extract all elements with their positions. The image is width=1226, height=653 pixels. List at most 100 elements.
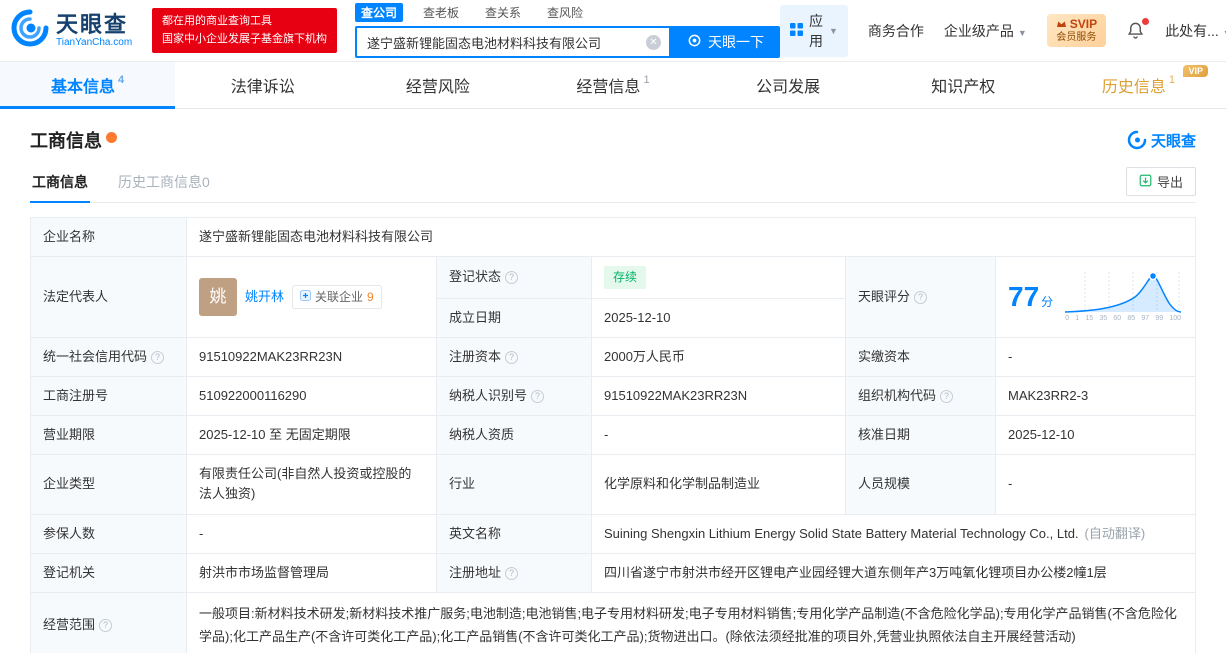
- tab-count: 1: [643, 74, 650, 86]
- reg-status-value: 存续: [591, 256, 846, 299]
- insured-count-value: -: [186, 513, 437, 554]
- legal-rep-cell: 姚 姚开林 关联企业 9: [186, 256, 437, 338]
- field-label: 经营范围: [30, 591, 187, 653]
- tianyancha-logo[interactable]: 天眼查 TianYanCha.com: [10, 8, 152, 53]
- info-icon[interactable]: [531, 390, 545, 404]
- field-label: 工商注册号: [30, 376, 187, 417]
- tab-intellectual-property[interactable]: 知识产权: [876, 62, 1051, 108]
- field-label: 人员规模: [845, 454, 996, 515]
- info-icon[interactable]: [914, 290, 928, 304]
- subtab-business-info[interactable]: 工商信息: [30, 172, 90, 203]
- field-label: 天眼评分: [845, 256, 996, 338]
- tab-legal-litigation[interactable]: 法律诉讼: [175, 62, 350, 108]
- search-type-tabs: 查公司 查老板 查关系 查风险: [355, 3, 780, 22]
- establish-date-value: 2025-12-10: [591, 297, 846, 338]
- enterprise-products-label: 企业级产品: [943, 22, 1014, 39]
- table-row: 参保人数 - 英文名称 Suining Shengxin Lithium Ene…: [30, 513, 1196, 554]
- search-input[interactable]: [357, 28, 669, 56]
- tab-history-info[interactable]: 历史信息 1 VIP: [1051, 62, 1226, 108]
- business-info-table: 企业名称 遂宁盛新锂能固态电池材料科技有限公司 法定代表人 姚 姚开林 关联企业…: [30, 216, 1196, 653]
- brand-domain: TianYanCha.com: [56, 37, 133, 49]
- company-section-tabs: 基本信息 4 法律诉讼 经营风险 经营信息 1 公司发展 知识产权 历史信息 1 VI…: [0, 62, 1226, 109]
- slogan-line-1: 都在用的商业查询工具: [162, 14, 272, 27]
- vip-badge: VIP: [1183, 65, 1208, 77]
- table-row: 企业名称 遂宁盛新锂能固态电池材料科技有限公司: [30, 216, 1196, 258]
- search-button-label: 天眼一下: [708, 34, 764, 50]
- field-label: 注册资本: [436, 336, 592, 378]
- eye-icon: [687, 33, 702, 51]
- field-label: 法定代表人: [30, 256, 187, 338]
- search-input-wrap: ✕: [355, 26, 671, 58]
- tab-label: 知识产权: [931, 79, 996, 96]
- tab-company-development[interactable]: 公司发展: [701, 62, 876, 108]
- search-tab-relation[interactable]: 查关系: [479, 3, 527, 22]
- enterprise-products-link[interactable]: 企业级产品 ▼: [944, 21, 1027, 41]
- related-companies-count: 9: [367, 289, 374, 304]
- export-label: 导出: [1156, 175, 1183, 190]
- tab-label: 法律诉讼: [230, 79, 295, 96]
- paid-capital-value: -: [995, 336, 1196, 378]
- table-row: 登记机关 射洪市市场监督管理局 注册地址 四川省遂宁市射洪市经开区锂电产业园经锂…: [30, 552, 1196, 593]
- info-icon[interactable]: [505, 271, 519, 285]
- approval-date-value: 2025-12-10: [995, 415, 1196, 456]
- field-label: 统一社会信用代码: [30, 336, 187, 378]
- related-companies-badge[interactable]: 关联企业 9: [292, 284, 382, 310]
- apps-menu[interactable]: 应用 ▼: [780, 4, 848, 57]
- export-button[interactable]: 导出: [1125, 167, 1196, 196]
- subtabs-row: 工商信息 历史工商信息0 导出: [30, 167, 1196, 203]
- field-label: 登记机关: [30, 552, 187, 593]
- business-scope-value: 一般项目:新材料技术研发;新材料技术推广服务;电池制造;电池销售;电子专用材料研…: [186, 591, 1196, 653]
- svip-membership-button[interactable]: SVIP 会员服务: [1046, 13, 1107, 48]
- top-right-nav: 应用 ▼ 商务合作 企业级产品 ▼ SVIP 会员服务 此处有... ▼: [780, 4, 1226, 57]
- tianyancha-logo-icon: [10, 8, 50, 53]
- info-icon[interactable]: [151, 350, 165, 364]
- tab-operation-risk[interactable]: 经营风险: [350, 62, 525, 108]
- apps-label: 应用: [809, 12, 823, 49]
- score-axis-ticks: 0 1 15 35 60 85 97 99 100: [1065, 314, 1182, 322]
- tab-label: 基本信息: [51, 79, 116, 96]
- auto-translate-note: (自动翻译): [1084, 525, 1146, 541]
- brand-name: 天眼查: [56, 11, 129, 37]
- avatar[interactable]: 姚: [199, 278, 237, 316]
- field-label: 实缴资本: [845, 336, 996, 378]
- tianyan-score-cell: 77 分 0 1 15 35 60 85 97 99 100: [995, 256, 1196, 338]
- business-cooperation-link[interactable]: 商务合作: [868, 21, 924, 41]
- clear-search-icon[interactable]: ✕: [646, 34, 661, 50]
- notification-dot: [1142, 18, 1150, 25]
- info-icon[interactable]: [505, 350, 519, 364]
- table-row: 经营范围 一般项目:新材料技术研发;新材料技术推广服务;电池制造;电池销售;电子…: [30, 591, 1196, 653]
- legal-rep-link[interactable]: 姚开林: [245, 287, 284, 307]
- company-name-value: 遂宁盛新锂能固态电池材料科技有限公司: [186, 216, 1196, 258]
- field-label: 纳税人识别号: [436, 376, 592, 417]
- chevron-down-icon: ▼: [1223, 28, 1226, 38]
- notification-bell-icon[interactable]: [1126, 18, 1150, 40]
- reg-authority-value: 射洪市市场监督管理局: [186, 552, 437, 593]
- info-icon[interactable]: [99, 619, 113, 633]
- user-menu[interactable]: 此处有... ▼: [1165, 21, 1226, 41]
- related-companies-icon: [300, 288, 312, 307]
- field-label: 组织机构代码: [845, 376, 996, 417]
- svip-sublabel: 会员服务: [1056, 31, 1097, 43]
- subtab-history-business-info[interactable]: 历史工商信息0: [116, 172, 212, 202]
- reg-number-value: 510922000116290: [186, 376, 437, 417]
- field-label: 营业期限: [30, 415, 187, 456]
- status-badge: 存续: [604, 266, 647, 289]
- field-label: 参保人数: [30, 513, 187, 554]
- crown-icon: [1056, 17, 1067, 32]
- tab-basic-info[interactable]: 基本信息 4: [0, 62, 176, 109]
- tab-operation-info[interactable]: 经营信息 1: [525, 62, 700, 108]
- search-button[interactable]: 天眼一下: [671, 26, 780, 58]
- search-tab-company[interactable]: 查公司: [355, 3, 404, 22]
- org-code-value: MAK23RR2-3: [995, 376, 1196, 417]
- info-icon[interactable]: [505, 566, 519, 580]
- search-tab-boss[interactable]: 查老板: [417, 3, 465, 22]
- search-tab-risk[interactable]: 查风险: [541, 3, 589, 22]
- credit-code-value: 91510922MAK23RR23N: [186, 336, 437, 378]
- info-icon[interactable]: [940, 390, 954, 404]
- brand-slogan: 都在用的商业查询工具 国家中小企业发展子基金旗下机构: [152, 7, 337, 54]
- tab-count: 4: [118, 74, 125, 86]
- tab-label: 经营信息: [576, 79, 641, 96]
- apps-grid-icon: [790, 22, 803, 39]
- field-label: 核准日期: [845, 415, 996, 456]
- tab-label: 经营风险: [405, 79, 470, 96]
